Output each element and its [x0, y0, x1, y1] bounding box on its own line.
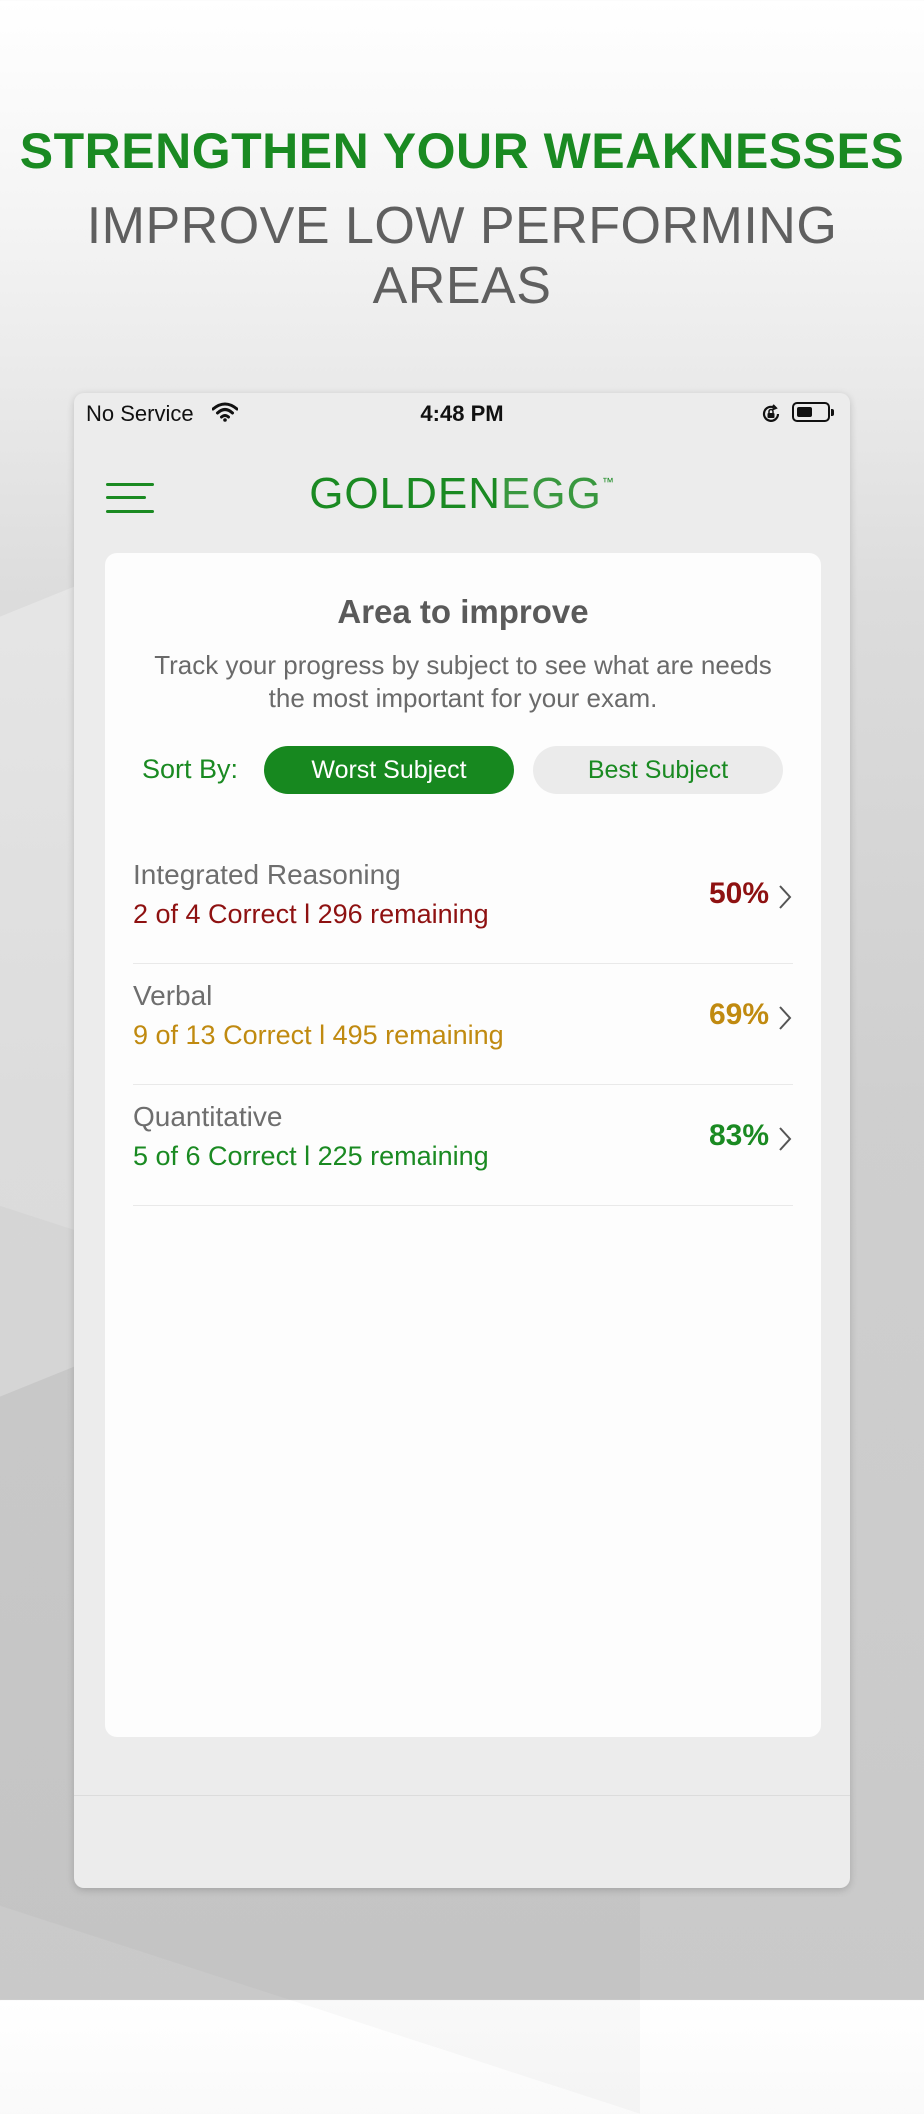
- card-title: Area to improve: [337, 593, 589, 630]
- subject-percent: 69%: [708, 998, 769, 1031]
- subject-list: Integrated Reasoning 2 of 4 Correct l 29…: [133, 843, 793, 1206]
- subject-stats: 2 of 4 Correct l 296 remaining: [133, 899, 489, 929]
- promo-headline: STRENGTHEN YOUR WEAKNESSES: [19, 123, 905, 179]
- subject-stats: 5 of 6 Correct l 225 remaining: [133, 1141, 489, 1171]
- chevron-right-icon: [777, 1004, 793, 1037]
- promo-subheadline: IMPROVE LOW PERFORMING AREAS: [86, 197, 838, 315]
- logo-text-egg: EGG: [501, 469, 602, 518]
- app-logo: GOLDENEGG™: [74, 469, 850, 519]
- sort-worst-subject-button[interactable]: Worst Subject: [264, 746, 514, 794]
- subject-name: Integrated Reasoning: [133, 859, 401, 890]
- subject-row-integrated-reasoning[interactable]: Integrated Reasoning 2 of 4 Correct l 29…: [133, 843, 793, 964]
- status-time: 4:48 PM: [420, 401, 504, 426]
- sort-best-subject-button[interactable]: Best Subject: [533, 746, 783, 794]
- logo-trademark: ™: [601, 475, 615, 489]
- subject-name: Verbal: [133, 980, 213, 1011]
- logo-text-golden: GOLDEN: [309, 469, 502, 518]
- subject-name: Quantitative: [133, 1101, 283, 1132]
- card-description: Track your progress by subject to see wh…: [154, 650, 772, 713]
- area-to-improve-card: Area to improve Track your progress by s…: [105, 553, 821, 1737]
- divider: [74, 1795, 850, 1796]
- battery-level: [797, 407, 812, 417]
- subject-row-verbal[interactable]: Verbal 9 of 13 Correct l 495 remaining 6…: [133, 964, 793, 1085]
- status-bar: No Service 4:48 PM: [74, 393, 850, 435]
- chevron-right-icon: [777, 883, 793, 916]
- orientation-lock-icon: [760, 403, 782, 431]
- subject-row-quantitative[interactable]: Quantitative 5 of 6 Correct l 225 remain…: [133, 1085, 793, 1206]
- subject-percent: 50%: [708, 877, 769, 910]
- phone-frame: No Service 4:48 PM GOLDENEGG™ Area to im…: [74, 393, 850, 1888]
- battery-icon: [792, 402, 834, 422]
- subject-percent: 83%: [708, 1119, 769, 1152]
- sort-by-label: Sort By:: [142, 754, 239, 784]
- subject-stats: 9 of 13 Correct l 495 remaining: [133, 1020, 504, 1050]
- battery-cap: [831, 409, 834, 416]
- chevron-right-icon: [777, 1125, 793, 1158]
